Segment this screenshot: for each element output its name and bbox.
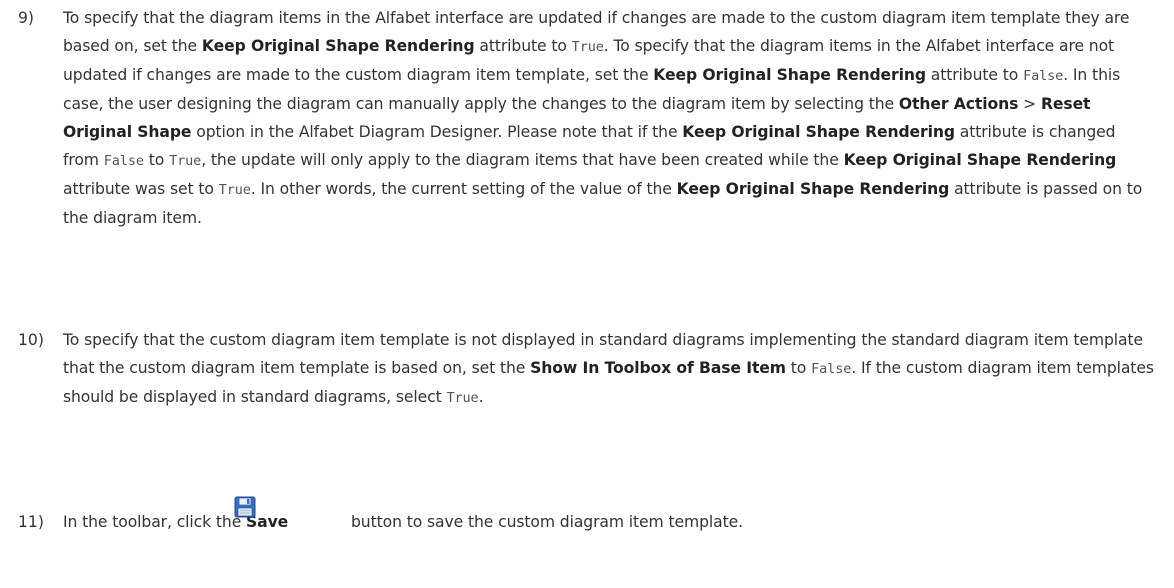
- text-run: attribute to: [474, 37, 572, 55]
- text-run: >: [1018, 95, 1041, 113]
- step-text: In the toolbar, click the Save button to…: [63, 508, 1154, 536]
- text-run: to: [143, 151, 170, 169]
- bold-term: Keep Original Shape Rendering: [843, 151, 1117, 169]
- bold-term: Show In Toolbox of Base Item: [530, 359, 786, 377]
- step-text: To specify that the custom diagram item …: [63, 326, 1154, 412]
- text-run: , the update will only apply to the diag…: [201, 151, 844, 169]
- text-run: In the toolbar, click the: [63, 513, 247, 531]
- code-value: False: [1023, 68, 1064, 84]
- bold-term: Keep Original Shape Rendering: [682, 123, 955, 141]
- text-run: .: [478, 388, 484, 406]
- text-run: attribute was set to: [63, 180, 219, 198]
- code-value: True: [218, 182, 251, 198]
- bold-term: Other Actions: [898, 95, 1019, 113]
- code-value: False: [103, 153, 144, 169]
- bold-term: Keep Original Shape Rendering: [201, 37, 475, 55]
- text-run: . In other words, the current setting of…: [250, 180, 677, 198]
- bold-term: Keep Original Shape Rendering: [653, 66, 926, 84]
- document: 9) To specify that the diagram items in …: [0, 0, 1174, 588]
- text-run: to: [785, 359, 812, 377]
- code-value: True: [169, 153, 202, 169]
- step-number: 10): [18, 331, 44, 349]
- step-text: To specify that the diagram items in the…: [63, 4, 1154, 232]
- step-number: 11): [18, 513, 44, 531]
- code-value: False: [811, 361, 852, 377]
- text-run: button to save the custom diagram item t…: [346, 513, 743, 531]
- bold-term: Keep Original Shape Rendering: [676, 180, 950, 198]
- text-run: option in the Alfabet Diagram Designer. …: [191, 123, 683, 141]
- step-number: 9): [18, 9, 35, 27]
- code-value: True: [446, 390, 479, 406]
- text-run: attribute to: [925, 66, 1024, 84]
- save-icon: [234, 496, 256, 518]
- code-value: True: [571, 39, 604, 55]
